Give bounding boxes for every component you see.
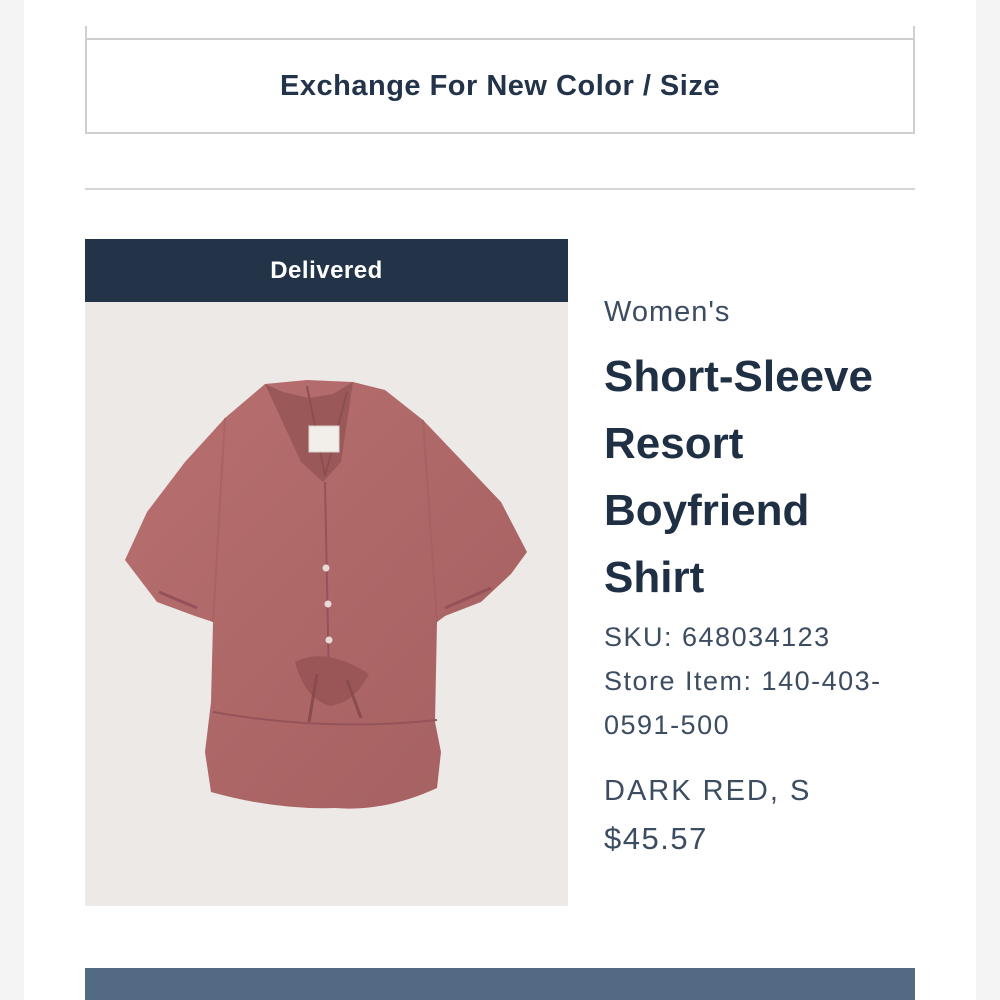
product-info: Women's Short-Sleeve Resort Boyfriend Sh… xyxy=(604,296,924,863)
exchange-button[interactable]: Exchange For New Color / Size xyxy=(85,40,915,134)
product-category: Women's xyxy=(604,296,731,328)
product-title-line: Resort xyxy=(604,419,744,468)
product-variant: DARK RED, S xyxy=(604,775,812,807)
product-title-line: Boyfriend xyxy=(604,486,810,535)
delivery-status-badge: Delivered xyxy=(85,239,568,302)
order-details-page: Exchange For New Color / Size Delivered xyxy=(24,0,976,1000)
product-title[interactable]: Short-Sleeve Resort Boyfriend Shirt xyxy=(604,343,924,611)
product-title-line: Short-Sleeve xyxy=(604,352,873,401)
bottom-action-bar[interactable] xyxy=(85,968,915,1000)
product-price: $45.57 xyxy=(604,821,708,856)
product-image[interactable] xyxy=(85,302,568,906)
previous-button-outline xyxy=(85,26,915,40)
shirt-image xyxy=(125,380,527,809)
store-item-line: 0591-500 xyxy=(604,710,731,740)
product-sku: SKU: 648034123 xyxy=(604,622,831,652)
store-item-line: Store Item: 140-403- xyxy=(604,666,882,696)
section-divider xyxy=(85,188,915,190)
product-title-line: Shirt xyxy=(604,553,705,602)
store-item-number: Store Item: 140-403- 0591-500 xyxy=(604,659,924,747)
